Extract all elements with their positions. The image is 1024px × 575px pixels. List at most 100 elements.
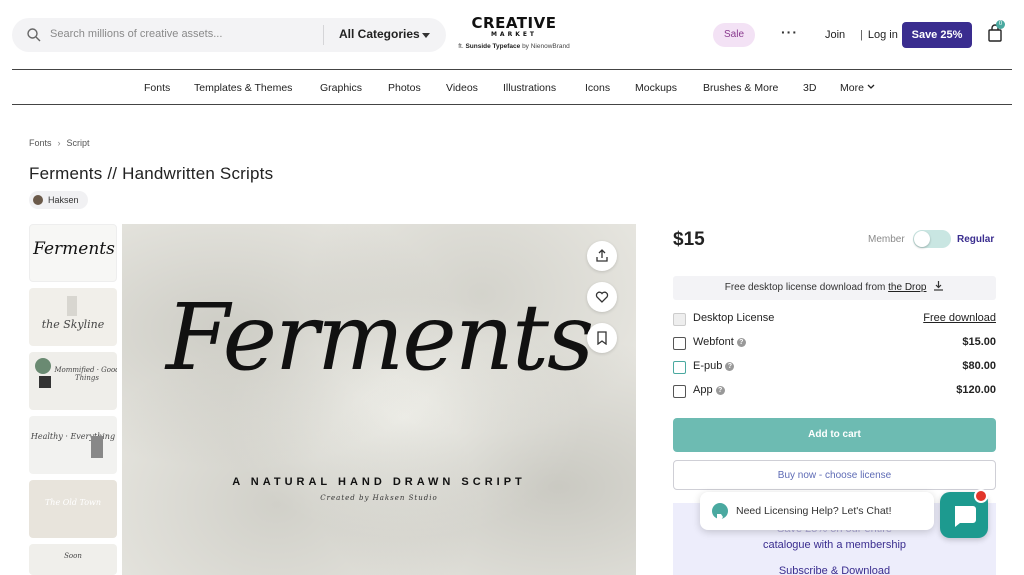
thumbnail-2-tower: [67, 296, 77, 316]
chat-prompt[interactable]: Need Licensing Help? Let's Chat!: [700, 492, 934, 530]
license-webfont[interactable]: Webfont? $15.00: [673, 335, 996, 353]
nav-brushes-more[interactable]: Brushes & More: [703, 82, 778, 94]
share-button[interactable]: [587, 241, 617, 271]
tag-icon: [712, 503, 728, 520]
bookmark-button[interactable]: [587, 323, 617, 353]
license-type-toggle[interactable]: [913, 230, 951, 248]
license-price: $80.00: [962, 360, 996, 372]
thumbnail-1-text: Ferments: [33, 239, 115, 259]
nav-more-label: More: [840, 82, 864, 94]
like-button[interactable]: [587, 282, 617, 312]
license-name: Desktop License: [693, 312, 775, 324]
thumbnail-5[interactable]: The Old Town: [29, 480, 117, 538]
thumbnail-1[interactable]: Ferments: [29, 224, 117, 282]
toggle-knob: [914, 231, 930, 247]
thumbnail-2-text: the Skyline: [41, 318, 105, 331]
nav-illustrations[interactable]: Illustrations: [503, 82, 556, 94]
search-divider: [323, 25, 324, 45]
license-checkbox[interactable]: [673, 385, 686, 398]
hero-subtitle: A NATURAL HAND DRAWN SCRIPT: [232, 476, 526, 488]
nav-icons[interactable]: Icons: [585, 82, 610, 94]
share-icon: [596, 249, 608, 262]
free-download-link[interactable]: Free download: [923, 312, 996, 324]
cart-button[interactable]: 0: [987, 20, 1005, 42]
thumbnail-4[interactable]: Healthy · Everything: [29, 416, 117, 474]
logo-typeface: Sunside Typeface: [465, 43, 521, 50]
thumbnail-3-text: Mommified · Good Things: [54, 366, 117, 382]
license-name: E-pub: [693, 360, 723, 372]
nav-3d[interactable]: 3D: [803, 82, 816, 94]
logo-featured-typeface: ft. Sunside Typeface by NienowBrand: [442, 43, 586, 50]
chevron-down-icon: [867, 84, 875, 89]
hero-credit: Created by Haksen Studio: [320, 494, 438, 502]
license-name-group: Webfont?: [693, 336, 746, 348]
thumbnail-2[interactable]: the Skyline: [29, 288, 117, 346]
license-app[interactable]: App? $120.00: [673, 383, 996, 401]
chat-button[interactable]: [940, 489, 988, 538]
logo-ft: ft.: [458, 43, 464, 50]
product-title: Ferments // Handwritten Scripts: [29, 164, 274, 183]
license-name-group: E-pub?: [693, 360, 735, 372]
thumbnail-3[interactable]: Mommified · Good Things: [29, 352, 117, 410]
member-label: Member: [868, 234, 905, 245]
nav-graphics[interactable]: Graphics: [320, 82, 362, 94]
nav-templates-themes[interactable]: Templates & Themes: [194, 82, 292, 94]
logo-by: by NienowBrand: [522, 43, 570, 50]
search-bar[interactable]: Search millions of creative assets... Al…: [12, 18, 446, 52]
breadcrumb-script[interactable]: Script: [67, 138, 90, 148]
help-icon[interactable]: ?: [715, 386, 725, 395]
add-to-cart-button[interactable]: Add to cart: [673, 418, 996, 452]
product-preview-image[interactable]: Ferments A NATURAL HAND DRAWN SCRIPT Cre…: [122, 224, 636, 575]
login-link[interactable]: Log in: [868, 29, 898, 41]
license-name: Webfont: [693, 336, 734, 348]
thumbnail-6[interactable]: Soon: [29, 544, 117, 575]
hero-script-text: Ferments: [165, 284, 594, 391]
license-checkbox[interactable]: [673, 337, 686, 350]
bookmark-icon: [597, 331, 607, 345]
avatar: [33, 195, 43, 205]
chat-prompt-text: Need Licensing Help? Let's Chat!: [736, 505, 892, 517]
nav-fonts[interactable]: Fonts: [144, 82, 170, 94]
category-select[interactable]: All Categories: [339, 27, 420, 41]
thumbnail-5-text: The Old Town: [44, 498, 102, 507]
download-icon[interactable]: [933, 280, 944, 291]
price: $15: [673, 229, 705, 250]
search-input[interactable]: Search millions of creative assets...: [50, 28, 222, 40]
subscribe-download-link[interactable]: Subscribe & Download: [673, 565, 996, 575]
license-checkbox[interactable]: [673, 313, 686, 326]
breadcrumb-fonts[interactable]: Fonts: [29, 138, 52, 148]
logo-line-2: MARKET: [490, 31, 538, 38]
nav-mockups[interactable]: Mockups: [635, 82, 677, 94]
logo-line-1: CREATIVE: [471, 14, 557, 32]
help-icon[interactable]: ?: [736, 338, 746, 347]
nav-photos[interactable]: Photos: [388, 82, 421, 94]
nav-more[interactable]: More: [840, 82, 875, 94]
save-25-button[interactable]: Save 25%: [902, 22, 972, 48]
thumbnail-4-text: Healthy · Everything: [30, 432, 116, 441]
chevron-right-icon: ›: [57, 138, 61, 148]
drop-text: Free desktop license download from: [724, 282, 886, 293]
nav-videos[interactable]: Videos: [446, 82, 478, 94]
login-group: | Log in: [860, 29, 898, 41]
author-name: Haksen: [48, 195, 79, 205]
thumbnail-4-figure: [91, 436, 103, 458]
login-separator: |: [860, 29, 863, 41]
chevron-down-icon[interactable]: [422, 33, 430, 38]
drop-banner: Free desktop license download from the D…: [673, 276, 996, 300]
license-desktop[interactable]: Desktop License Free download: [673, 311, 996, 329]
license-name: App: [693, 384, 713, 396]
author-chip[interactable]: Haksen: [29, 191, 88, 209]
license-checkbox[interactable]: [673, 361, 686, 374]
sale-button[interactable]: Sale: [713, 23, 755, 47]
join-link[interactable]: Join: [825, 29, 845, 41]
notification-dot: [974, 489, 988, 503]
site-logo[interactable]: CREATIVE MARKET ft. Sunside Typeface by …: [442, 14, 586, 51]
buy-now-button[interactable]: Buy now - choose license: [673, 460, 996, 490]
heart-icon: [595, 291, 609, 303]
drop-link[interactable]: the Drop: [888, 282, 926, 293]
help-icon[interactable]: ?: [725, 362, 735, 371]
license-epub[interactable]: E-pub? $80.00: [673, 359, 996, 377]
regular-label: Regular: [957, 234, 995, 245]
more-options-icon[interactable]: ···: [781, 24, 798, 40]
license-price: $120.00: [956, 384, 996, 396]
